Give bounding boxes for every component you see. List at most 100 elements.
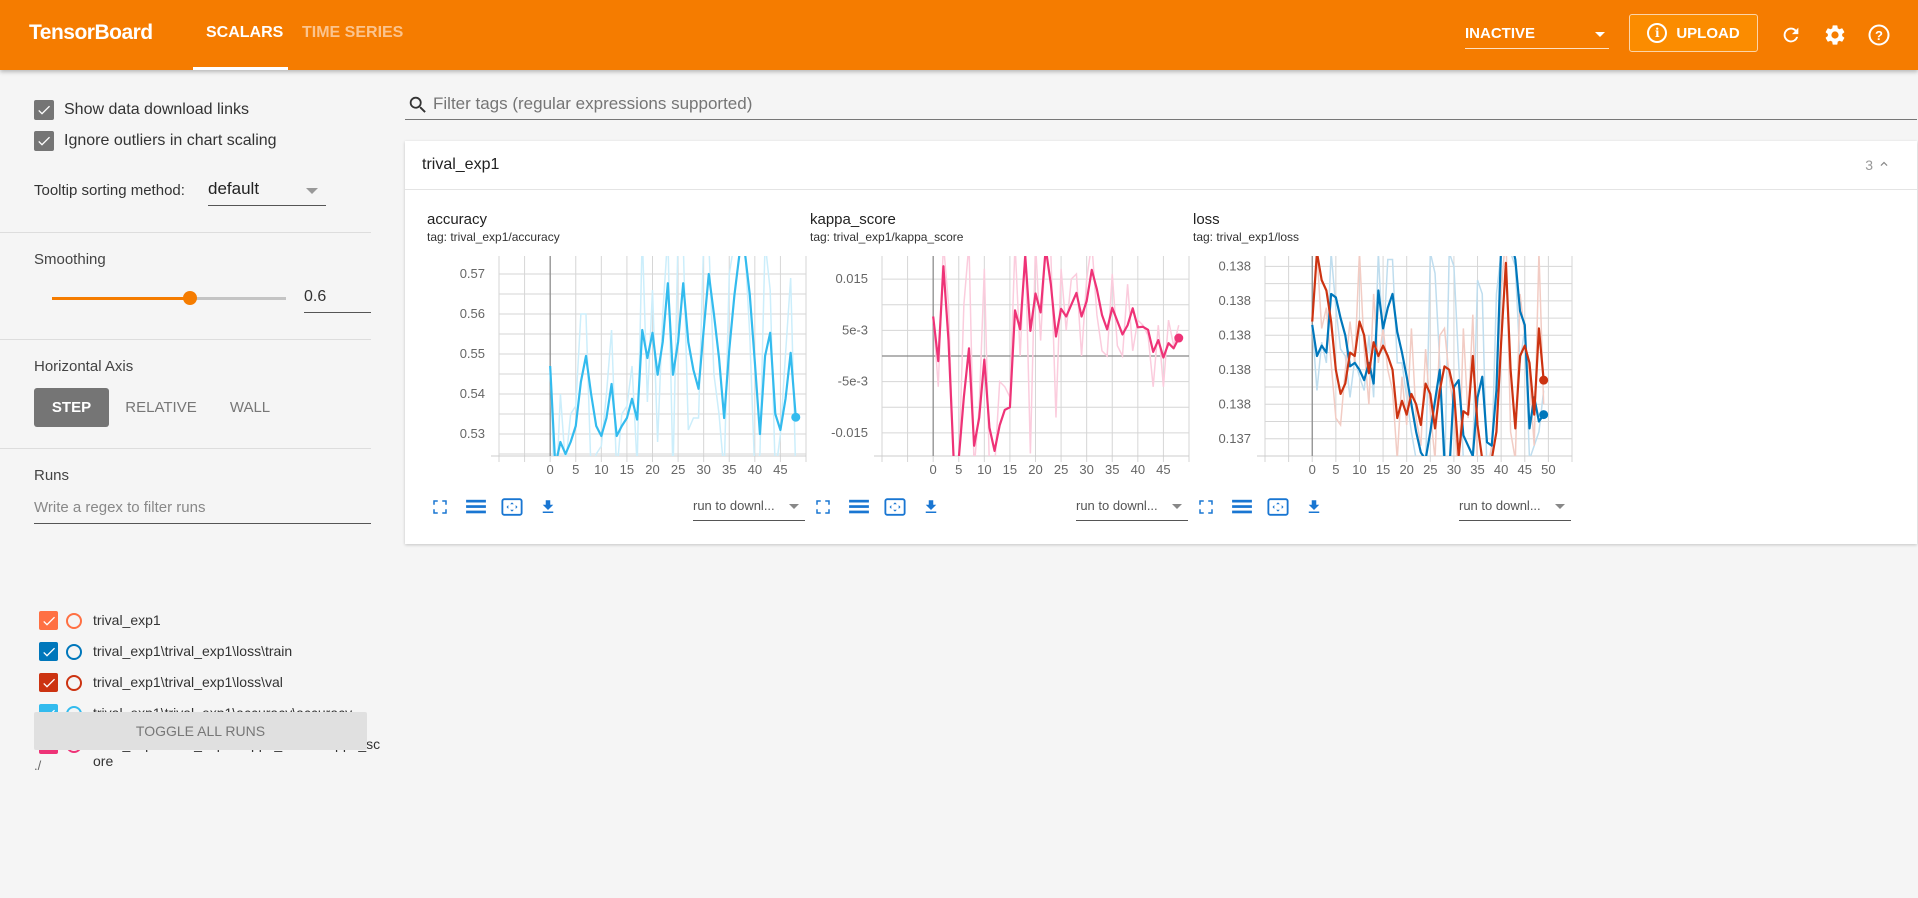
- series-group: [549, 256, 797, 456]
- x-tick-label: 45: [1518, 462, 1532, 477]
- toggle-log-scale-icon[interactable]: [848, 496, 870, 518]
- toggle-log-scale-icon[interactable]: [1231, 496, 1253, 518]
- series-group: [1311, 256, 1545, 456]
- fullscreen-icon[interactable]: [429, 496, 451, 518]
- x-tick-label: 5: [1332, 462, 1339, 477]
- run-color-circle-icon[interactable]: [66, 644, 82, 660]
- smoothing-label: Smoothing: [34, 251, 106, 268]
- toggle-log-scale-icon[interactable]: [465, 496, 487, 518]
- x-tick-label: 40: [748, 462, 762, 477]
- tab-time-series[interactable]: TIME SERIES: [302, 24, 403, 42]
- tag-group-title: trival_exp1: [422, 156, 500, 173]
- runs-filter-input[interactable]: Write a regex to filter runs: [34, 494, 371, 524]
- chart-title: loss: [1193, 211, 1220, 228]
- download-icon[interactable]: [537, 496, 559, 518]
- plugin-status-select[interactable]: INACTIVE: [1465, 20, 1609, 49]
- tag-filter-input[interactable]: Filter tags (regular expressions support…: [405, 90, 1917, 120]
- raw-series-line: [549, 256, 797, 456]
- chart-tag: tag: trival_exp1/loss: [1193, 230, 1300, 244]
- chart-plot[interactable]: 0 5 10 15 20 25 30 35 40 45 50 0.137 0.138 0.138 0.138…: [1177, 256, 1577, 496]
- x-tick-label: 25: [1423, 462, 1437, 477]
- tag-group-count: 3: [1865, 157, 1873, 173]
- smoothing-slider-thumb[interactable]: [183, 291, 198, 305]
- y-tick-label: 0.56: [460, 306, 485, 321]
- y-tick-label: -0.015: [831, 425, 868, 440]
- chart-tag: tag: trival_exp1/accuracy: [427, 230, 560, 244]
- divider: [0, 339, 371, 340]
- info-icon: i: [1647, 23, 1668, 43]
- sidebar: Show data download links Ignore outliers…: [0, 70, 380, 898]
- run-checkbox[interactable]: [39, 611, 58, 630]
- run-to-download-select[interactable]: run to downl...: [693, 494, 805, 521]
- scalar-chart-loss: loss tag: trival_exp1/loss 0 5 10 15 20 25 30 35 4…: [1177, 211, 1573, 531]
- run-checkbox[interactable]: [39, 642, 58, 661]
- x-tick-label: 35: [1105, 462, 1119, 477]
- fit-domain-icon[interactable]: [501, 496, 523, 518]
- run-checkbox[interactable]: [39, 673, 58, 692]
- axis-step-button[interactable]: STEP: [34, 388, 109, 427]
- download-icon[interactable]: [1303, 496, 1325, 518]
- x-tick-label: 30: [1447, 462, 1461, 477]
- tab-scalars[interactable]: SCALARS: [206, 24, 283, 42]
- checkmark-icon: [42, 678, 55, 688]
- plugin-status-value: INACTIVE: [1465, 25, 1536, 42]
- x-tick-label: 5: [572, 462, 579, 477]
- y-tick-label: 0.53: [460, 426, 485, 441]
- fit-domain-icon[interactable]: [884, 496, 906, 518]
- series-group: [932, 256, 1180, 456]
- help-icon[interactable]: ?: [1866, 22, 1892, 48]
- chart-tag: tag: trival_exp1/kappa_score: [810, 230, 964, 244]
- fullscreen-icon[interactable]: [1195, 496, 1217, 518]
- y-tick-label: 0.138: [1218, 293, 1251, 308]
- scalar-chart-accuracy: accuracy tag: trival_exp1/accuracy 0 5 10 15 2…: [411, 211, 807, 531]
- show-download-links-checkbox[interactable]: Show data download links: [34, 100, 249, 120]
- smoothing-input[interactable]: 0.6: [304, 282, 371, 313]
- run-color-circle-icon[interactable]: [66, 675, 82, 691]
- fullscreen-icon[interactable]: [812, 496, 834, 518]
- refresh-icon[interactable]: [1778, 22, 1804, 48]
- smoothing-slider-fill: [52, 297, 191, 300]
- tag-group-card: trival_exp1 3 accuracy tag: trival_exp1/a…: [405, 141, 1917, 544]
- settings-icon[interactable]: [1822, 22, 1848, 48]
- chart-plot[interactable]: 0 5 10 15 20 25 30 35 40 45 0.53 0.54 0.55 0.56 0.57: [411, 256, 811, 496]
- run-item[interactable]: trival_exp1: [39, 611, 383, 630]
- last-point-marker: [1539, 410, 1549, 420]
- axis-wall-button[interactable]: WALL: [220, 388, 280, 427]
- x-tick-label: 0: [547, 462, 554, 477]
- fit-domain-icon[interactable]: [1267, 496, 1289, 518]
- chart-plot[interactable]: 0 5 10 15 20 25 30 35 40 45 -0.015 -5e-3 5e-3 0.015: [794, 256, 1194, 496]
- axis-relative-button[interactable]: RELATIVE: [125, 388, 196, 427]
- checkbox-checked-icon: [34, 100, 54, 120]
- x-tick-label: 30: [696, 462, 710, 477]
- download-icon[interactable]: [920, 496, 942, 518]
- upload-label: UPLOAD: [1676, 24, 1740, 42]
- tag-group-header[interactable]: trival_exp1 3: [405, 141, 1917, 190]
- y-tick-label: 0.138: [1218, 362, 1251, 377]
- ignore-outliers-checkbox[interactable]: Ignore outliers in chart scaling: [34, 131, 277, 151]
- toggle-all-runs-button[interactable]: TOGGLE ALL RUNS: [34, 712, 367, 750]
- show-download-links-label: Show data download links: [64, 101, 250, 118]
- x-tick-label: 0: [1309, 462, 1316, 477]
- x-tick-label: 20: [645, 462, 659, 477]
- run-label: trival_exp1: [93, 612, 161, 628]
- y-tick-label: 0.138: [1218, 396, 1251, 411]
- x-tick-label: 0: [930, 462, 937, 477]
- tooltip-sorting-select[interactable]: default: [208, 177, 326, 206]
- run-item[interactable]: trival_exp1\trival_exp1\loss\val: [39, 673, 383, 692]
- run-label: trival_exp1\trival_exp1\loss\val: [93, 674, 283, 690]
- smoothing-slider[interactable]: [52, 291, 286, 305]
- x-tick-label: 10: [1352, 462, 1366, 477]
- upload-button[interactable]: i UPLOAD: [1629, 14, 1758, 52]
- x-tick-label: 45: [773, 462, 787, 477]
- x-tick-label: 30: [1079, 462, 1093, 477]
- tooltip-sorting-label: Tooltip sorting method:: [34, 182, 185, 199]
- chevron-up-icon[interactable]: [1877, 157, 1891, 176]
- run-color-circle-icon[interactable]: [66, 613, 82, 629]
- run-item[interactable]: trival_exp1\trival_exp1\loss\train: [39, 642, 383, 661]
- run-to-download-select[interactable]: run to downl...: [1076, 494, 1188, 521]
- last-point-marker: [1539, 375, 1549, 385]
- horizontal-axis-label: Horizontal Axis: [34, 358, 134, 375]
- run-to-download-select[interactable]: run to downl...: [1459, 494, 1571, 521]
- checkmark-icon: [42, 647, 55, 657]
- x-tick-label: 25: [671, 462, 685, 477]
